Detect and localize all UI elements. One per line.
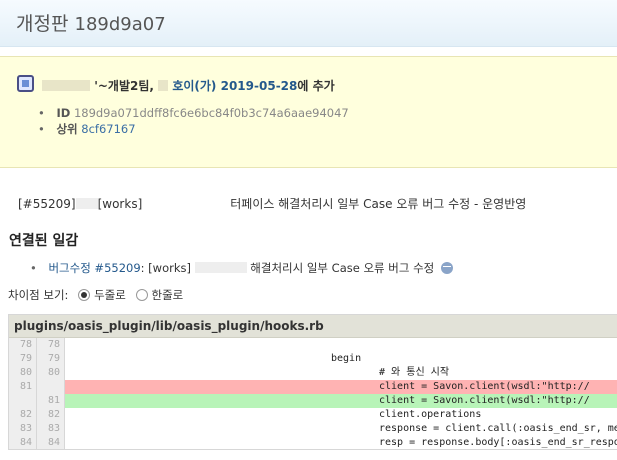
new-line-number: 78 — [37, 338, 65, 352]
diff-row: 78 78 — [9, 338, 617, 352]
new-line-number: 79 — [37, 352, 65, 366]
diff-code: response = client.call(:oasis_end_sr, me… — [379, 423, 617, 434]
author-team: '~개발2팀, — [94, 79, 154, 93]
date-link[interactable]: 2019-05-28 — [221, 79, 298, 93]
diff-row-deleted: 81 client = Savon.client(wsdl:"http:// n… — [9, 380, 617, 394]
diff-code: begin — [331, 353, 362, 364]
new-line-number: 82 — [37, 408, 65, 422]
issue-text: : [works] — [140, 261, 191, 275]
revision-hash: 189d9a07 — [74, 14, 166, 35]
author-line: '~개발2팀, 호이(가) 2019-05-28에 추가 — [42, 77, 335, 94]
radio-sidebyside[interactable] — [78, 289, 91, 301]
new-line-number: 81 — [37, 394, 65, 408]
diff-code: # 와 통신 시작 — [379, 367, 450, 378]
diff-code: client = Savon.client(wsdl:"http:// .net… — [65, 394, 617, 408]
old-line-number: 78 — [9, 338, 37, 352]
meta-id-label: ID — [56, 106, 71, 120]
diff-view-options: 차이점 보기: 두줄로 한줄로 — [8, 287, 183, 303]
avatar — [17, 75, 34, 92]
page-title-prefix: 개정판 — [16, 13, 69, 35]
page-title: 개정판 189d9a07 — [16, 9, 166, 36]
diff-row: 80 80 # 와 통신 시작 — [9, 366, 617, 380]
commit-tag: [works] — [97, 197, 143, 211]
old-line-number: 83 — [9, 422, 37, 436]
diff-file-path: plugins/oasis_plugin/lib/oasis_plugin/ho… — [9, 315, 617, 338]
diff-row-added: 81 client = Savon.client(wsdl:"http:// .… — [9, 394, 617, 408]
diff-code — [65, 338, 617, 352]
diff-table: 78 78 79 79 begin 80 80 # 와 통신 시작 81 cli… — [9, 338, 617, 449]
diff-view-label: 차이점 보기: — [8, 288, 69, 302]
commit-text: 터페이스 해결처리시 일부 Case 오류 버그 수정 - 운영반영 — [230, 197, 527, 211]
issue-link[interactable]: 버그수정 #55209 — [48, 261, 140, 275]
radio-sidebyside-label[interactable]: 두줄로 — [94, 288, 126, 302]
related-issues-title: 연결된 일감 — [9, 233, 79, 249]
old-line-number: 82 — [9, 408, 37, 422]
diff-row: 83 83 response = client.call(:oasis_end_… — [9, 422, 617, 436]
added-suffix: 에 추가 — [297, 79, 335, 93]
meta-id: ID 189d9a071ddff8fc6e6bc84f0b3c74a6aae94… — [38, 105, 349, 121]
list-item: 버그수정 #55209: [works] 해결처리시 일부 Case 오류 버그… — [30, 260, 453, 276]
radio-inline[interactable] — [135, 289, 148, 301]
meta-id-value: 189d9a071ddff8fc6e6bc84f0b3c74a6aae94047 — [73, 106, 349, 120]
radio-inline-label[interactable]: 한줄로 — [152, 288, 184, 302]
old-line-number — [9, 394, 37, 408]
old-line-number: 84 — [9, 436, 37, 449]
changeset-info-box: '~개발2팀, 호이(가) 2019-05-28에 추가 ID 189d9a07… — [0, 56, 617, 168]
diff-row: 79 79 begin — [9, 352, 617, 366]
changeset-meta: ID 189d9a071ddff8fc6e6bc84f0b3c74a6aae94… — [38, 105, 349, 137]
commit-message: [#55209] [works] 터페이스 해결처리시 일부 Case 오류 버그 … — [18, 195, 526, 212]
diff-row: 84 84 resp = response.body[:oasis_end_sr… — [9, 436, 617, 449]
meta-parent-label: 상위 — [56, 122, 78, 136]
diff-code: client = Savon.client(wsdl:"http:// net — [65, 380, 617, 394]
diff-code: resp = response.body[:oasis_end_sr_respo… — [379, 437, 617, 448]
old-line-number: 80 — [9, 366, 37, 380]
author-link[interactable]: 호이(가) — [172, 79, 216, 93]
old-line-number: 81 — [9, 380, 37, 394]
diff-file: plugins/oasis_plugin/lib/oasis_plugin/ho… — [8, 314, 617, 450]
diff-code: client.operations — [379, 409, 482, 420]
issue-rest: 해결처리시 일부 Case 오류 버그 수정 — [250, 261, 435, 275]
new-line-number: 84 — [37, 436, 65, 449]
new-line-number: 83 — [37, 422, 65, 436]
globe-icon[interactable] — [440, 262, 453, 274]
related-issues-list: 버그수정 #55209: [works] 해결처리시 일부 Case 오류 버그… — [30, 260, 453, 276]
commit-issue-ref: [#55209] — [18, 197, 76, 211]
meta-parent: 상위 8cf67167 — [38, 121, 349, 137]
page-header: 개정판 189d9a07 — [0, 0, 617, 47]
parent-link[interactable]: 8cf67167 — [81, 122, 135, 136]
old-line-number: 79 — [9, 352, 37, 366]
new-line-number: 80 — [37, 366, 65, 380]
new-line-number — [37, 380, 65, 394]
diff-row: 82 82 client.operations — [9, 408, 617, 422]
